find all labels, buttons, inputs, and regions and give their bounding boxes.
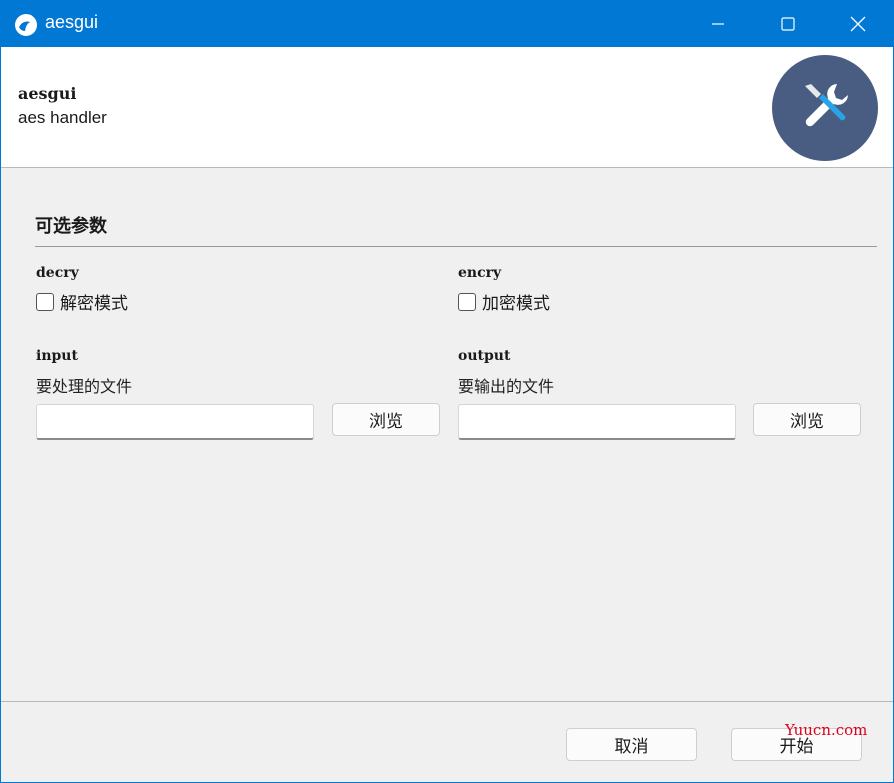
input-file-field[interactable]	[36, 404, 314, 440]
minimize-icon	[711, 17, 725, 31]
title-bar[interactable]: aesgui	[1, 1, 893, 47]
close-icon	[850, 16, 866, 32]
tools-icon	[797, 78, 853, 138]
output-file-field[interactable]	[458, 404, 736, 440]
app-description: aes handler	[18, 108, 107, 128]
decry-checkbox[interactable]: 解密模式	[36, 289, 128, 314]
decry-checkbox-label[interactable]: 解密模式	[60, 289, 128, 314]
tools-badge	[772, 55, 878, 161]
encry-checkbox[interactable]: 加密模式	[458, 289, 550, 314]
window-title: aesgui	[45, 12, 98, 33]
output-help: 要输出的文件	[458, 373, 554, 397]
cancel-button[interactable]: 取消	[566, 728, 697, 761]
close-button[interactable]	[823, 1, 893, 47]
decry-checkbox-box[interactable]	[36, 293, 54, 311]
app-window: aesgui aesgui aes handler	[0, 0, 894, 783]
decry-label: decry	[36, 265, 79, 281]
maximize-icon	[781, 17, 795, 31]
footer-divider	[1, 701, 893, 702]
section-divider	[35, 246, 877, 247]
watermark: Yuucn.com	[785, 721, 867, 739]
maximize-button[interactable]	[753, 1, 823, 47]
header-panel: aesgui aes handler	[1, 47, 893, 168]
encry-checkbox-box[interactable]	[458, 293, 476, 311]
app-logo-icon	[13, 11, 39, 37]
output-label: output	[458, 348, 510, 364]
encry-checkbox-label[interactable]: 加密模式	[482, 289, 550, 314]
input-label: input	[36, 348, 78, 364]
encry-label: encry	[458, 265, 501, 281]
input-help: 要处理的文件	[36, 373, 132, 397]
output-browse-button[interactable]: 浏览	[753, 403, 861, 436]
input-browse-button[interactable]: 浏览	[332, 403, 440, 436]
minimize-button[interactable]	[683, 1, 753, 47]
section-title: 可选参数	[35, 212, 107, 238]
app-name: aesgui	[18, 84, 76, 103]
